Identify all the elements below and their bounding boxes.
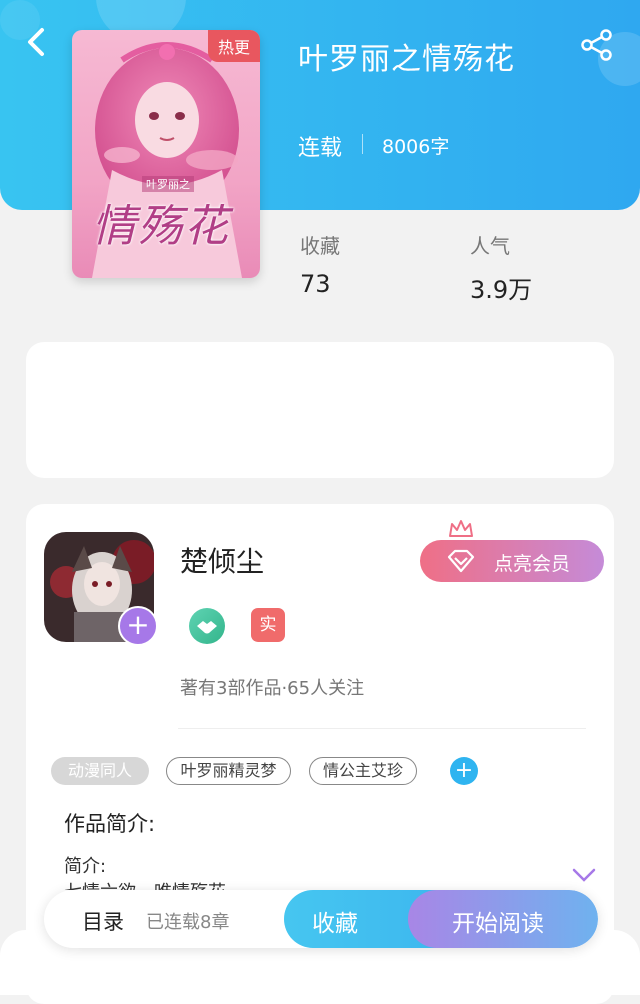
back-arrow-icon[interactable] [22, 26, 54, 58]
add-tag-icon[interactable]: + [450, 757, 478, 785]
follow-plus-icon[interactable]: + [118, 606, 158, 646]
bottom-action-bar: 目录 已连载8章 收藏 开始阅读 [44, 890, 598, 948]
collect-button-label: 收藏 [312, 911, 358, 937]
diamond-icon [447, 549, 475, 573]
intro-label: 简介: [64, 856, 107, 877]
chapter-count: 已连载8章 [146, 912, 230, 933]
intro-title: 作品简介: [64, 812, 156, 836]
share-icon[interactable] [580, 28, 614, 62]
vip-button[interactable]: 点亮会员 [420, 540, 604, 582]
crown-icon [449, 520, 473, 537]
author-meta: 著有3部作品·65人关注 [180, 678, 365, 699]
tag-category[interactable]: 动漫同人 [51, 757, 149, 785]
tag-item[interactable]: 情公主艾珍 [309, 757, 417, 785]
serial-status: 连载 [298, 136, 343, 161]
chevron-down-icon[interactable] [572, 868, 596, 882]
book-title: 叶罗丽之情殇花 [298, 42, 515, 77]
intro-text: 七情六欲，唯情殇花 [64, 878, 226, 890]
word-count: 8006字 [382, 136, 450, 158]
blank-card [26, 342, 614, 478]
cover-title: 情殇花 [92, 201, 230, 252]
stat-label-popularity: 人气 [470, 234, 510, 258]
handshake-badge-icon [189, 608, 225, 644]
toc-button[interactable]: 目录 [82, 906, 124, 936]
divider [362, 134, 363, 154]
vip-button-label: 点亮会员 [494, 553, 571, 575]
stat-value-popularity: 3.9万 [470, 276, 533, 304]
stat-label-favorites: 收藏 [300, 234, 340, 258]
tag-item[interactable]: 叶罗丽精灵梦 [166, 757, 291, 785]
book-cover[interactable]: 叶罗丽之 情殇花 热更 [72, 30, 260, 278]
start-reading-button[interactable]: 开始阅读 [408, 890, 598, 948]
author-name[interactable]: 楚倾尘 [180, 540, 264, 580]
verified-badge: 实 [251, 608, 285, 642]
start-reading-label: 开始阅读 [452, 911, 544, 937]
hot-update-badge: 热更 [207, 30, 260, 62]
divider [178, 728, 586, 729]
stat-value-favorites: 73 [300, 270, 331, 298]
